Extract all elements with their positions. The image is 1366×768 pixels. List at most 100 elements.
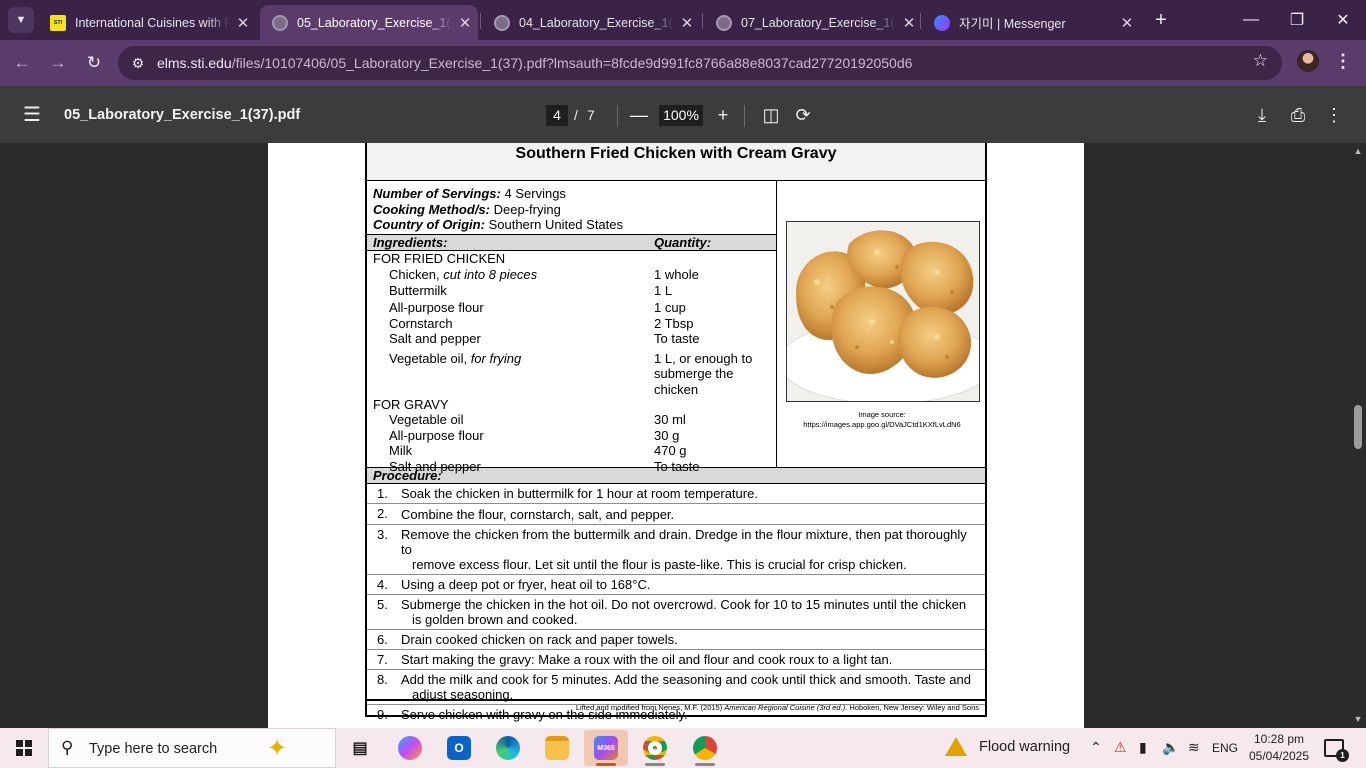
tab-lab-exercise-05[interactable]: 05_Laboratory_Exercise_1(37 ✕: [260, 5, 478, 40]
scroll-up-icon[interactable]: ▲: [1353, 146, 1363, 156]
page-separator: /: [574, 107, 578, 123]
menu-icon: ☰: [23, 104, 41, 126]
fit-page-button[interactable]: ◫: [759, 103, 783, 127]
task-view-icon: ▤: [352, 740, 368, 757]
new-tab-button[interactable]: +: [1150, 9, 1172, 31]
tab-lab-exercise-07[interactable]: 07_Laboratory_Exercise_1(35 ✕: [704, 5, 922, 40]
close-window-button[interactable]: ✕: [1320, 0, 1366, 40]
battery-icon[interactable]: ▮: [1139, 739, 1147, 756]
minus-icon: —: [630, 105, 648, 125]
sidebar-toggle-button[interactable]: ☰: [20, 104, 44, 126]
browser-menu-button[interactable]: ⋮: [1332, 50, 1354, 72]
profile-avatar[interactable]: [1297, 50, 1319, 72]
site-info-button[interactable]: ⚙: [126, 51, 150, 75]
section-gravy: FOR GRAVY: [373, 396, 449, 412]
chevron-up-icon[interactable]: ⌃: [1090, 739, 1102, 756]
image-caption-url[interactable]: https://images.app.goo.gl/DVaJCtd1KXfLvL…: [778, 420, 986, 430]
url-host: elms.sti.edu: [157, 55, 232, 71]
notification-center-button[interactable]: 1: [1324, 739, 1349, 762]
print-button[interactable]: ⎙: [1286, 103, 1310, 127]
search-placeholder: Type here to search: [89, 741, 218, 757]
restore-button[interactable]: ❐: [1274, 0, 1320, 40]
recipe-details: Number of Servings: 4 Servings Cooking M…: [367, 181, 777, 474]
plus-icon: +: [1155, 9, 1167, 31]
ingredient-row: Vegetable oil, for frying 1 L, or enough…: [389, 350, 753, 397]
zoom-input[interactable]: 100%: [659, 105, 703, 126]
close-icon[interactable]: ✕: [896, 14, 922, 32]
procedure-step: 1. Soak the chicken in buttermilk for 1 h…: [367, 484, 985, 504]
windows-logo-icon: [16, 740, 32, 756]
ingredient-row: Salt and pepper To taste: [389, 331, 700, 346]
reload-button[interactable]: ↻: [80, 49, 108, 77]
network-alert-icon[interactable]: ⚠: [1114, 739, 1127, 756]
fried-chicken-illustration: [787, 222, 979, 401]
bookmark-star-icon[interactable]: ☆: [1253, 51, 1268, 71]
scroll-down-icon[interactable]: ▼: [1353, 714, 1363, 724]
image-caption: Image source: https://images.app.goo.gl/…: [778, 410, 986, 429]
rotate-button[interactable]: ⟳: [791, 103, 815, 127]
pdf-viewer[interactable]: Southern Fried Chicken with Cream Gravy …: [0, 143, 1366, 728]
quantity-label: Quantity:: [654, 234, 712, 250]
task-view-button[interactable]: ▤: [338, 730, 382, 766]
weather-text: Flood warning: [979, 738, 1071, 755]
procedure-step: 2. Combine the flour, cornstarch, salt, a…: [367, 504, 985, 525]
more-actions-button[interactable]: ⋮: [1322, 103, 1346, 127]
start-button[interactable]: [0, 728, 48, 768]
source-credit: Lifted and modified from Nenes, M.F. (20…: [367, 699, 985, 715]
zoom-in-button[interactable]: +: [711, 103, 735, 127]
microsoft-365-button[interactable]: M365: [584, 730, 628, 766]
system-clock[interactable]: 10:28 pm 05/04/2025: [1240, 731, 1318, 765]
file-explorer-button[interactable]: [535, 730, 579, 766]
url-text[interactable]: elms.sti.edu/files/10107406/05_Laborator…: [157, 55, 912, 71]
edge-button[interactable]: [486, 730, 530, 766]
meta-servings: Number of Servings: 4 Servings: [373, 186, 566, 201]
taskbar-search[interactable]: ⚲ Type here to search ✦: [48, 728, 336, 768]
tab-messenger[interactable]: 자기미 | Messenger ✕: [922, 5, 1140, 40]
page-total: 7: [587, 107, 595, 123]
tab-lab-exercise-04[interactable]: 04_Laboratory_Exercise_1(45 ✕: [482, 5, 700, 40]
outlook-button[interactable]: O: [437, 730, 481, 766]
address-bar[interactable]: ⚙ elms.sti.edu/files/10107406/05_Laborat…: [118, 46, 1282, 80]
ingredients-label: Ingredients:: [373, 234, 448, 250]
plus-icon: +: [717, 105, 729, 125]
ingredient-row: All-purpose flour 30 g: [389, 427, 680, 443]
pdf-page: Southern Fried Chicken with Cream Gravy …: [268, 143, 1084, 728]
forward-button[interactable]: →: [44, 49, 72, 77]
notification-badge: 1: [1336, 749, 1349, 762]
search-icon: ⚲: [61, 738, 74, 757]
tab-strip: ▼ STI International Cuisines with F ✕ 05…: [0, 0, 1366, 40]
copilot-button[interactable]: [388, 730, 432, 766]
chrome-profile-button[interactable]: [683, 730, 727, 766]
restore-icon: ❐: [1289, 12, 1305, 29]
wifi-icon[interactable]: ≋: [1188, 739, 1200, 756]
tab-search-button[interactable]: ▼: [8, 7, 34, 33]
file-explorer-icon: [545, 736, 569, 760]
more-vertical-icon: ⋮: [1334, 51, 1352, 71]
volume-icon[interactable]: 🔈: [1162, 739, 1179, 756]
back-button[interactable]: ←: [8, 49, 36, 77]
tab-title: 04_Laboratory_Exercise_1(45: [519, 15, 674, 30]
page-number-input[interactable]: 4: [546, 105, 568, 126]
zoom-out-button[interactable]: —: [627, 103, 651, 127]
close-icon[interactable]: ✕: [1114, 14, 1140, 32]
procedure-step: 6. Drain cooked chicken on rack and paper…: [367, 630, 985, 650]
close-icon[interactable]: ✕: [230, 14, 256, 32]
download-button[interactable]: ⤓: [1250, 103, 1274, 127]
toolbar-divider: [617, 105, 618, 127]
ingredient-row: Vegetable oil 30 ml: [389, 412, 686, 427]
close-icon[interactable]: ✕: [452, 14, 478, 32]
minimize-button[interactable]: —: [1228, 0, 1274, 40]
image-caption-label: Image source:: [858, 410, 906, 419]
weather-widget[interactable]: Flood warning: [945, 737, 1070, 756]
scrollbar-thumb[interactable]: [1354, 405, 1362, 449]
close-icon[interactable]: ✕: [674, 14, 700, 32]
pdf-file-name: 05_Laboratory_Exercise_1(37).pdf: [64, 107, 301, 123]
ingredient-row: All-purpose flour 1 cup: [389, 299, 686, 315]
tab-separator: [920, 13, 921, 29]
chrome-profile-icon: [693, 736, 717, 760]
language-indicator[interactable]: ENG: [1212, 741, 1238, 755]
chrome-button[interactable]: [633, 730, 677, 766]
vertical-scrollbar[interactable]: ▲ ▼: [1350, 143, 1366, 728]
tab-international-cuisines[interactable]: STI International Cuisines with F ✕: [38, 5, 256, 40]
procedure-step: 5. Submerge the chicken in the hot oil. D…: [367, 595, 985, 630]
